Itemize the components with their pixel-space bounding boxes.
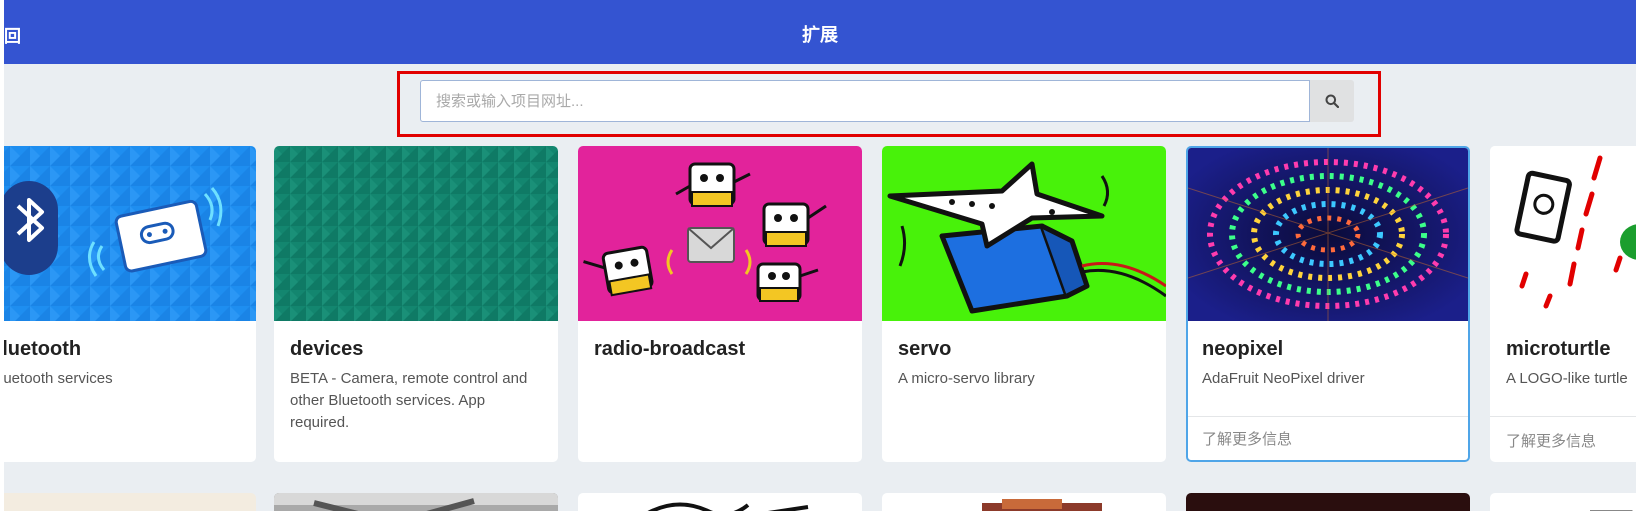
neopixel-image <box>1188 148 1468 321</box>
card-title: microturtle <box>1506 338 1611 360</box>
card-description: AdaFruit NeoPixel driver <box>1202 370 1365 387</box>
card-title: radio-broadcast <box>594 338 746 360</box>
page-title: 扩展 <box>802 25 838 45</box>
window-edge-right <box>1636 0 1640 511</box>
card-title: bluetooth <box>4 338 82 360</box>
card-footer: 了解更多信息 <box>1188 416 1468 460</box>
servo-image <box>882 146 1166 321</box>
search-icon <box>1325 94 1339 108</box>
extension-card-devices[interactable]: devices BETA - Camera, remote control an… <box>274 146 558 462</box>
radio-broadcast-image <box>578 146 862 321</box>
extension-card-servo[interactable]: servo A micro-servo library <box>882 146 1166 462</box>
extension-card-row2[interactable] <box>882 493 1166 511</box>
learn-more-link[interactable]: 了解更多信息 <box>1506 430 1596 451</box>
search-input[interactable] <box>420 80 1310 122</box>
card-footer: 了解更多信息 <box>1490 416 1636 462</box>
bluetooth-image <box>4 146 256 321</box>
search-button[interactable] <box>1310 80 1354 122</box>
devices-image <box>274 146 558 321</box>
card-description: A LOGO-like turtle <box>1506 370 1628 387</box>
extension-card-row2[interactable] <box>1186 493 1470 511</box>
extension-card-neopixel[interactable]: neopixel AdaFruit NeoPixel driver 了解更多信息 <box>1186 146 1470 462</box>
card-title: neopixel <box>1202 338 1284 360</box>
card-description: A micro-servo library <box>898 370 1035 387</box>
extension-card-radio-broadcast[interactable]: radio-broadcast <box>578 146 862 462</box>
header-bar: 回 扩展 <box>4 0 1636 64</box>
extension-card-row2[interactable] <box>1490 493 1636 511</box>
extension-card-bluetooth[interactable]: bluetooth Bluetooth services <box>4 146 256 462</box>
card-title: servo <box>898 338 952 360</box>
card-description: Bluetooth services <box>4 370 113 387</box>
card-title: devices <box>290 338 364 360</box>
extension-card-row2[interactable] <box>4 493 256 511</box>
microturtle-image <box>1490 146 1636 321</box>
learn-more-link[interactable]: 了解更多信息 <box>1202 428 1292 449</box>
extension-card-microturtle[interactable]: microturtle A LOGO-like turtle 了解更多信息 <box>1490 146 1636 462</box>
extensions-content: bluetooth Bluetooth services devices BET… <box>4 64 1636 511</box>
card-description: BETA - Camera, remote control and other … <box>290 370 528 431</box>
extension-card-row2[interactable] <box>274 493 558 511</box>
extension-card-row2[interactable] <box>578 493 862 511</box>
